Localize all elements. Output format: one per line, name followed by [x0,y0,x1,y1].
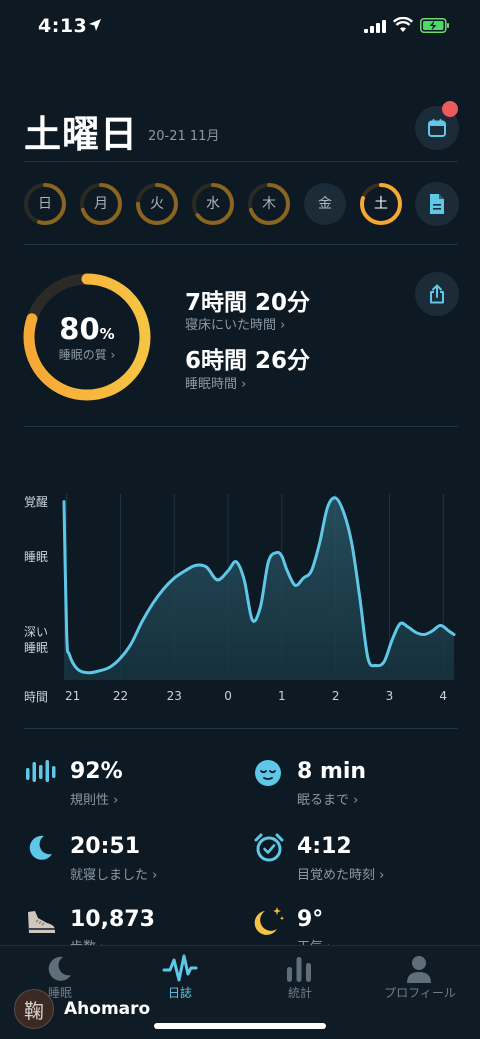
time-to-sleep-value: 8 min [297,759,367,784]
moon-stars-weather-icon [254,907,285,935]
calendar-icon [428,119,446,137]
time-asleep-value: 6時間 26分 [185,348,311,374]
x-axis-label: 時間 [24,690,49,704]
day-label: 金 [318,196,332,212]
bedtime-link[interactable]: 就寝しました › [70,864,157,883]
wake-time-link[interactable]: 目覚めた時刻 › [297,864,384,883]
page-title: 土曜日 [24,113,138,156]
home-indicator[interactable] [154,1023,326,1029]
cellular-signal-icon [364,20,386,33]
regularity-link[interactable]: 規則性 › [70,789,118,808]
regularity-bars-icon [26,760,56,782]
status-time: 4:13 [38,15,88,37]
x-tick-label: 1 [278,689,286,703]
tab-label: プロフィール [384,986,456,1000]
day-button[interactable]: 金 [303,182,347,226]
day-button[interactable]: 木 [247,182,291,226]
sleep-stage-chart [62,494,456,680]
time-asleep-link[interactable]: 睡眠時間 › [185,373,246,392]
user-chip[interactable]: 鞠 Ahomaro [14,989,150,1029]
tab-statistics[interactable]: 統計 [240,946,360,1006]
tab-label: 統計 [287,986,312,1000]
tab-profile[interactable]: プロフィール [360,946,480,1006]
wake-time-value: 4:12 [297,834,352,859]
battery-charging-icon [420,18,449,33]
time-in-bed-value: 7時間 20分 [185,290,311,316]
x-tick-label: 23 [166,689,182,703]
day-button[interactable]: 水 [191,182,235,226]
waveform-icon [162,954,198,982]
status-bar: 4:13 [0,0,480,54]
day-button[interactable]: 火 [135,182,179,226]
location-arrow-icon [89,19,101,31]
x-tick-label: 21 [65,689,81,703]
x-tick-label: 4 [439,689,448,703]
x-tick-label: 3 [385,689,394,703]
day-button[interactable]: 月 [79,182,123,226]
notification-dot [442,101,458,117]
divider [24,161,458,162]
alarm-clock-icon [254,833,284,862]
day-label: 日 [38,196,52,212]
day-label: 土 [374,196,388,212]
day-label: 月 [94,196,108,212]
day-label: 火 [150,196,164,212]
user-name: Ahomaro [64,999,151,1019]
avatar: 鞠 [14,989,54,1029]
day-button[interactable]: 日 [23,182,67,226]
time-in-bed-link[interactable]: 寝床にいた時間 › [185,314,285,333]
document-icon [430,194,444,214]
shoe-icon [28,911,55,933]
divider [24,426,458,427]
daily-notes-button[interactable] [415,182,459,226]
day-label: 木 [262,196,276,212]
day-button[interactable]: 土 [359,182,403,226]
share-icon [430,284,444,304]
x-tick-label: 0 [224,689,232,703]
sleep-quality-label[interactable]: 睡眠の質 › [22,346,152,363]
time-to-sleep-link[interactable]: 眠るまで › [297,789,358,808]
sleep-area [64,497,454,680]
x-tick-label: 22 [112,689,129,703]
weather-value: 9° [297,907,324,932]
moon-icon [48,956,71,981]
bar-chart-icon [287,957,311,982]
day-label: 水 [206,196,220,212]
sleep-quality-value: 80% [59,312,115,346]
moon-icon [29,835,52,860]
share-button[interactable] [415,272,459,316]
wifi-icon [393,17,413,32]
bedtime-value: 20:51 [70,834,141,859]
person-icon [407,956,431,983]
x-tick-label: 2 [331,689,340,703]
divider [24,728,458,729]
date-range: 20-21 11月 [148,129,220,144]
divider [24,244,458,245]
regularity-value: 92% [70,759,123,784]
steps-value: 10,873 [70,907,155,932]
sleepy-face-icon [255,760,281,786]
